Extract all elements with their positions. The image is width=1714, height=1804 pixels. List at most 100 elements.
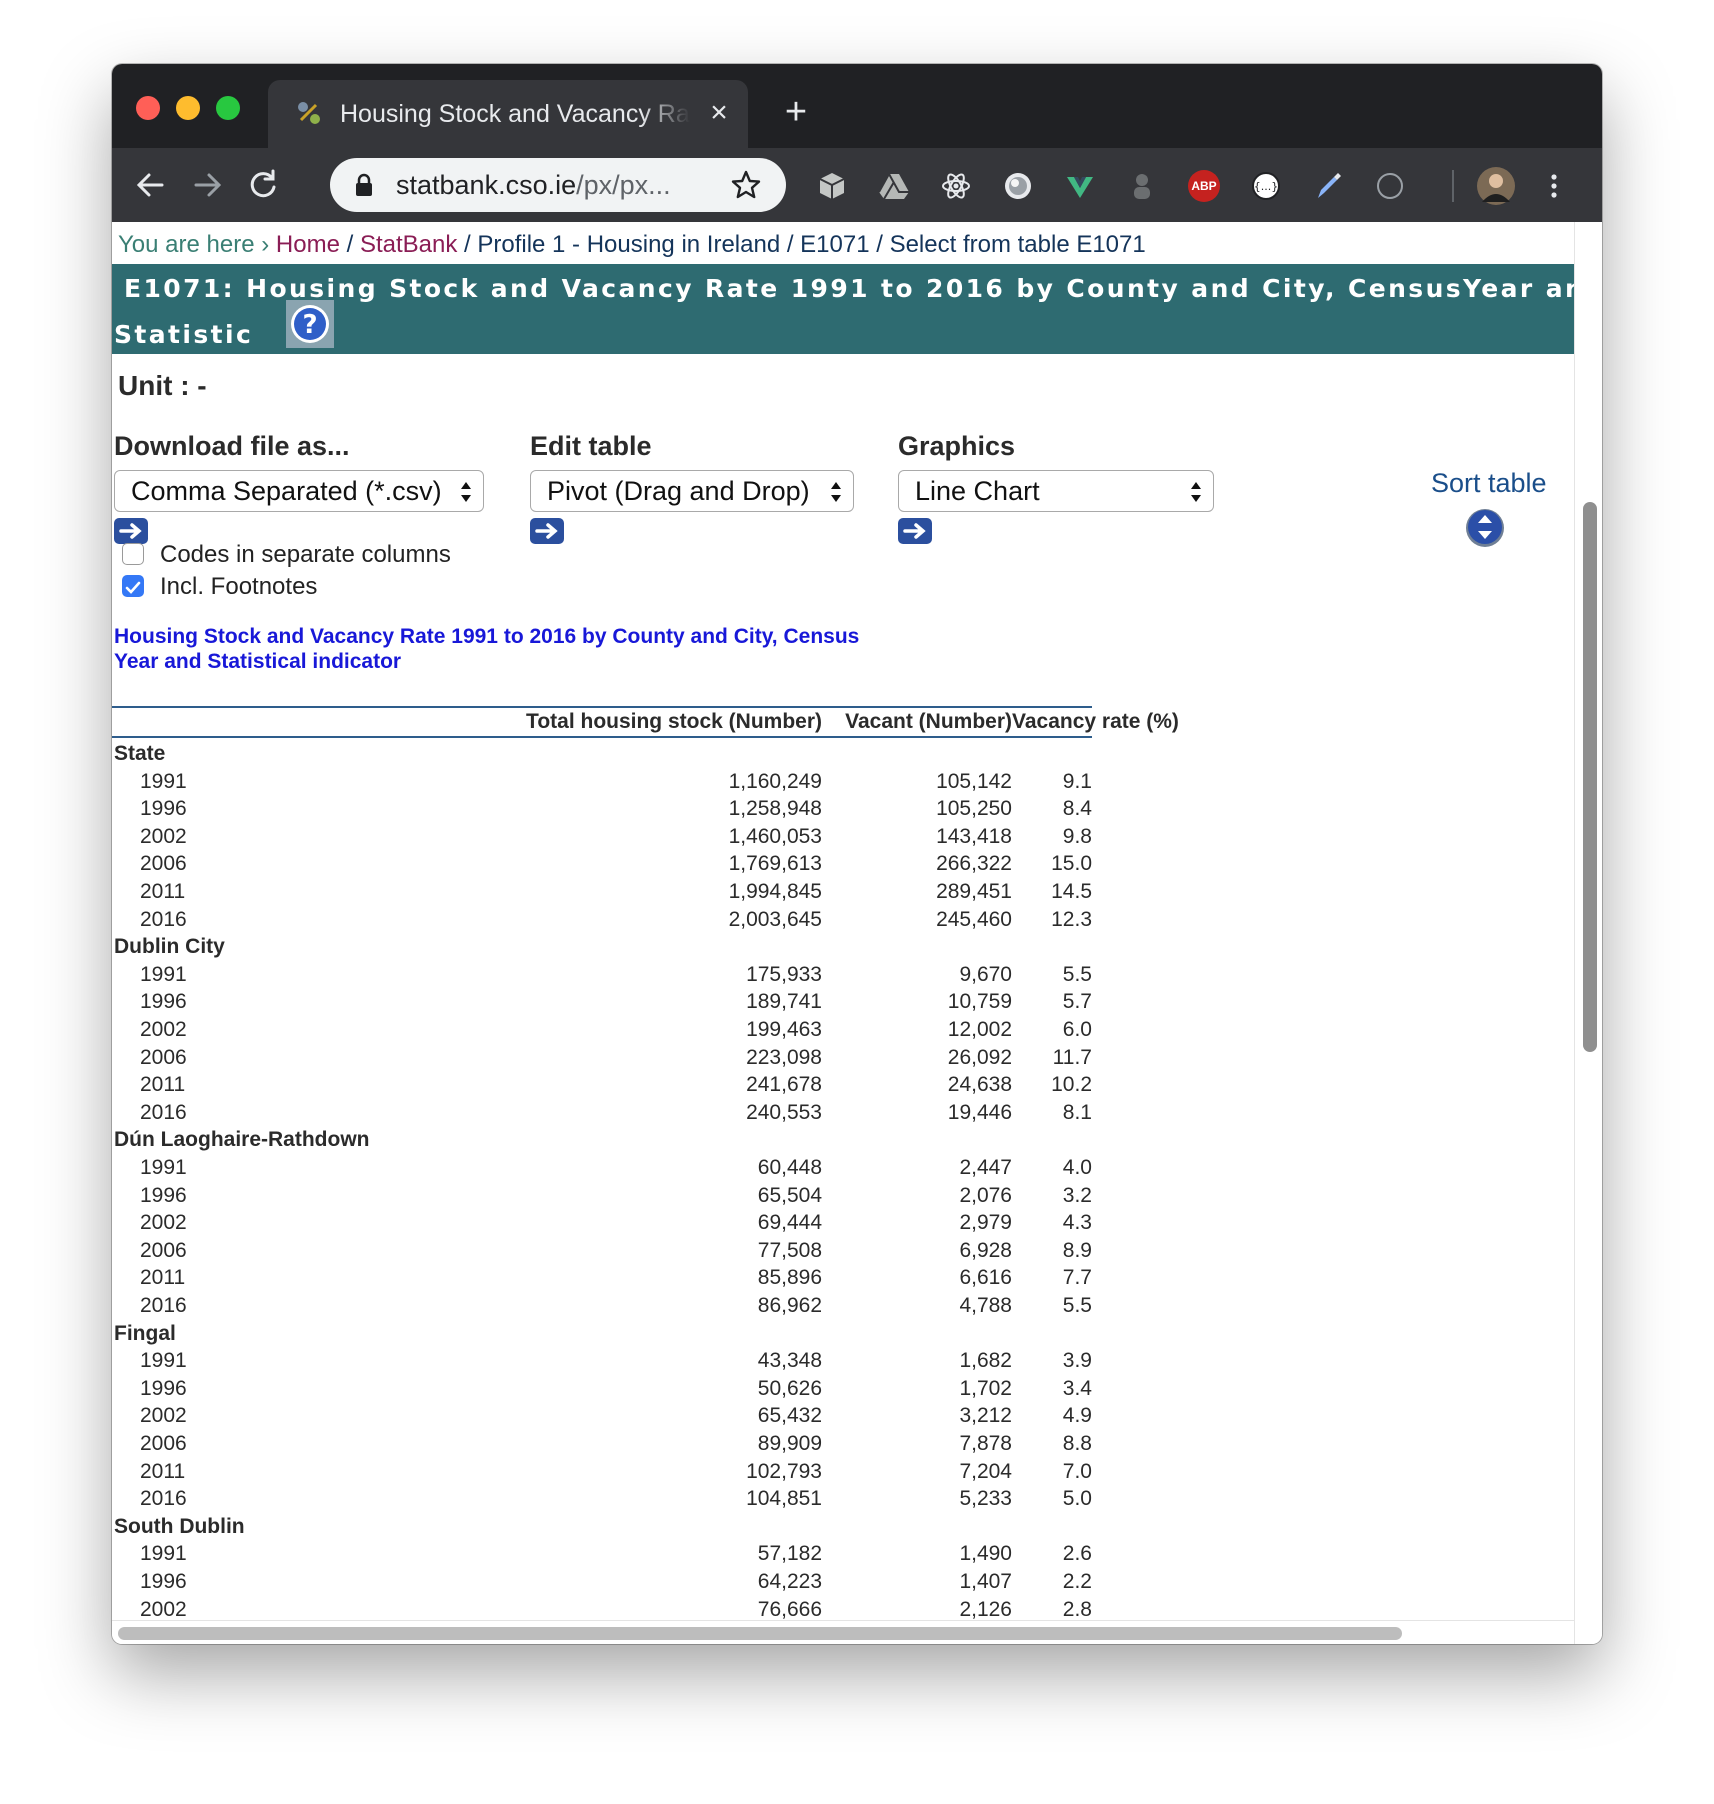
rate-cell: 9.1 xyxy=(1062,769,1092,793)
user-icon[interactable] xyxy=(1126,170,1158,202)
year-cell: 2006 xyxy=(140,1432,187,1455)
rate-cell: 7.7 xyxy=(1062,1266,1092,1290)
year-cell: 2011 xyxy=(140,1266,186,1290)
rate-cell: 5.7 xyxy=(1062,990,1092,1014)
breadcrumb-lead: You are here › xyxy=(118,231,270,258)
rate-cell: 8.9 xyxy=(1062,1238,1092,1262)
vue-icon[interactable] xyxy=(1064,170,1096,202)
vertical-scroll-thumb[interactable] xyxy=(1583,502,1597,1052)
table-row: 2011 102,793 7,204 7.0 xyxy=(112,1458,1092,1486)
toolbar-divider xyxy=(1452,170,1454,202)
rate-cell: 8.1 xyxy=(1062,1100,1092,1124)
year-cell: 2002 xyxy=(140,1404,187,1428)
download-go-button[interactable] xyxy=(114,518,148,544)
new-tab-button[interactable]: + xyxy=(776,92,816,132)
vertical-scrollbar[interactable] xyxy=(1574,222,1602,1644)
back-arrow-icon[interactable] xyxy=(128,162,174,208)
rate-cell: 4.0 xyxy=(1062,1156,1092,1179)
svg-text:{...}: {...} xyxy=(1254,180,1279,193)
circle-icon[interactable] xyxy=(1374,170,1406,202)
select-arrows-icon xyxy=(461,482,471,502)
rate-cell: 8.8 xyxy=(1062,1432,1092,1455)
edit-table-go-button[interactable] xyxy=(530,518,564,544)
rate-cell: 2.6 xyxy=(1062,1542,1092,1566)
stock-cell: 2,003,645 xyxy=(728,907,822,931)
question-icon[interactable]: ? xyxy=(286,300,334,348)
year-cell: 1991 xyxy=(140,1156,187,1179)
table-row: 2006 77,508 6,928 8.9 xyxy=(112,1237,1092,1265)
year-cell: 2011 xyxy=(140,1073,186,1097)
profile-avatar[interactable] xyxy=(1476,166,1516,206)
page-title-continued: Statistic xyxy=(114,320,254,349)
url-text[interactable]: statbank.cso.ie/px/px... xyxy=(396,168,696,202)
codes-label: Codes in separate columns xyxy=(160,541,451,568)
footnotes-checkbox[interactable] xyxy=(122,575,144,597)
forward-arrow-icon[interactable] xyxy=(184,162,230,208)
rate-cell: 3.9 xyxy=(1062,1349,1092,1373)
table-row: 2002 69,444 2,979 4.3 xyxy=(112,1209,1092,1237)
reload-icon[interactable] xyxy=(240,162,286,208)
table-row: 2011 85,896 6,616 7.7 xyxy=(112,1264,1092,1292)
rate-cell: 7.0 xyxy=(1062,1459,1092,1483)
cso-favicon-icon xyxy=(298,102,320,124)
table-row: 1996 64,223 1,407 2.2 xyxy=(112,1568,1092,1596)
breadcrumb-home-link[interactable]: Home xyxy=(276,231,340,258)
column-header-vacant: Vacant (Number) xyxy=(845,710,1012,733)
stock-cell: 102,793 xyxy=(746,1459,822,1483)
table-header-rule xyxy=(112,736,1092,738)
bookmark-star-icon[interactable] xyxy=(730,169,762,201)
stock-cell: 57,182 xyxy=(757,1542,822,1566)
rate-cell: 6.0 xyxy=(1062,1018,1092,1041)
vacant-cell: 26,092 xyxy=(947,1045,1012,1069)
graphics-go-button[interactable] xyxy=(898,518,932,544)
close-window-button[interactable] xyxy=(136,96,160,120)
sort-updown-icon[interactable] xyxy=(1464,506,1506,548)
edit-table-select[interactable]: Pivot (Drag and Drop) xyxy=(530,470,854,512)
vacant-cell: 7,878 xyxy=(959,1432,1012,1455)
sort-table-link[interactable]: Sort table xyxy=(1431,466,1571,500)
select-arrows-icon xyxy=(1191,482,1201,502)
group-label: Dublin City xyxy=(114,935,225,959)
cube-icon[interactable] xyxy=(816,170,848,202)
address-bar[interactable]: statbank.cso.ie/px/px... xyxy=(330,158,786,212)
vacant-cell: 1,682 xyxy=(959,1349,1012,1373)
breadcrumb-statbank-link[interactable]: StatBank xyxy=(360,231,457,258)
horizontal-scroll-thumb[interactable] xyxy=(118,1627,1402,1640)
tab-close-icon[interactable]: × xyxy=(704,96,734,130)
browser-toolbar: statbank.cso.ie/px/px... ABP {...} xyxy=(112,148,1602,222)
table-row: 2006 223,098 26,092 11.7 xyxy=(112,1044,1092,1072)
rate-cell: 3.2 xyxy=(1062,1183,1092,1207)
codes-checkbox[interactable] xyxy=(122,543,144,565)
eyedropper-icon[interactable] xyxy=(1312,170,1344,202)
rate-cell: 5.5 xyxy=(1062,962,1092,986)
vacant-cell: 6,616 xyxy=(959,1266,1012,1290)
graphics-label: Graphics xyxy=(898,431,1016,461)
maximize-window-button[interactable] xyxy=(216,96,240,120)
adblock-icon[interactable]: ABP xyxy=(1188,170,1220,202)
react-icon[interactable] xyxy=(940,170,972,202)
vacant-cell: 19,446 xyxy=(947,1100,1012,1124)
minimize-window-button[interactable] xyxy=(176,96,200,120)
page-title: E1071: Housing Stock and Vacancy Rate 19… xyxy=(124,274,1574,303)
json-icon[interactable]: {...} xyxy=(1250,170,1282,202)
menu-dots-icon[interactable] xyxy=(1538,170,1570,202)
year-cell: 2016 xyxy=(140,907,187,931)
stock-cell: 1,258,948 xyxy=(728,797,822,821)
active-tab[interactable]: Housing Stock and Vacancy Rate 1991 to 2… xyxy=(268,80,748,148)
table-caption: Housing Stock and Vacancy Rate 1991 to 2… xyxy=(114,625,860,673)
year-cell: 1991 xyxy=(140,1349,187,1373)
download-format-select[interactable]: Comma Separated (*.csv) xyxy=(114,470,484,512)
stock-cell: 199,463 xyxy=(746,1018,822,1041)
horizontal-scrollbar[interactable] xyxy=(112,1620,1574,1644)
tab-title: Housing Stock and Vacancy Rate 1991 to 2… xyxy=(340,100,690,128)
rate-cell: 2.8 xyxy=(1062,1597,1092,1620)
rate-cell: 4.3 xyxy=(1062,1211,1092,1235)
tab-bar: Housing Stock and Vacancy Rate 1991 to 2… xyxy=(112,64,1602,148)
graphics-select[interactable]: Line Chart xyxy=(898,470,1214,512)
rate-cell: 14.5 xyxy=(1051,880,1092,903)
drive-icon[interactable] xyxy=(878,170,910,202)
vacant-cell: 1,702 xyxy=(959,1376,1012,1400)
disc-icon[interactable] xyxy=(1002,170,1034,202)
year-cell: 2016 xyxy=(140,1294,187,1317)
year-cell: 1991 xyxy=(140,962,187,986)
